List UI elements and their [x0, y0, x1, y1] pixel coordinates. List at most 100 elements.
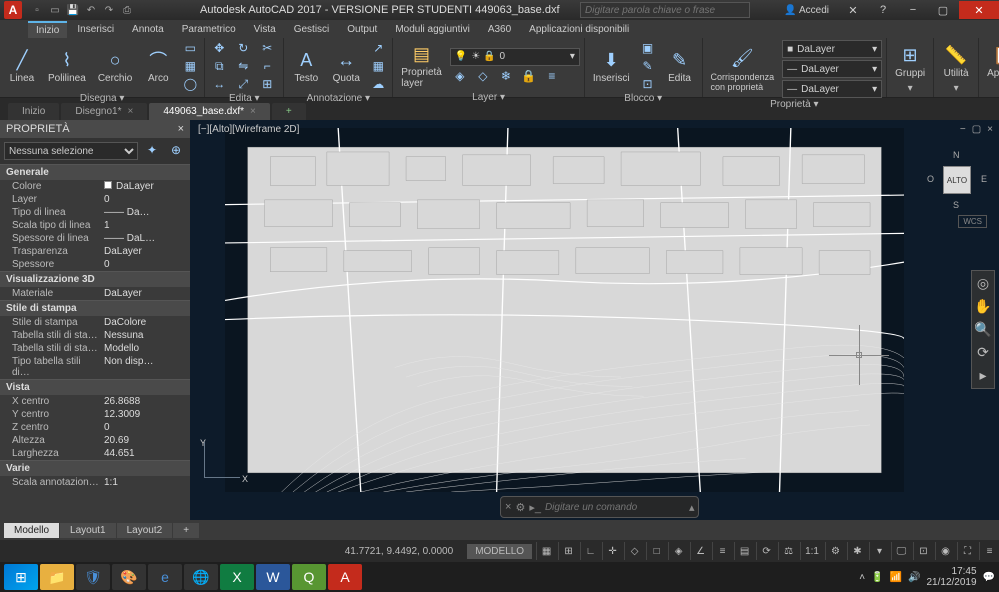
props-row[interactable]: X centro26.8688 — [0, 395, 190, 408]
tab-parametrico[interactable]: Parametrico — [174, 22, 244, 37]
viewcube-face[interactable]: ALTO — [943, 166, 971, 194]
selection-dropdown[interactable]: Nessuna selezione — [4, 142, 138, 160]
props-row[interactable]: Spessore di linea—— DaL… — [0, 232, 190, 245]
customize-icon[interactable]: ≡ — [979, 542, 999, 560]
system-tray[interactable]: ˄ 🔋 📶 🔊 17:45 21/12/2019 💬 — [859, 566, 995, 588]
clock[interactable]: 17:45 21/12/2019 — [926, 566, 976, 588]
gear-icon[interactable]: ⚙ — [825, 542, 845, 560]
file-tab-current[interactable]: 449063_base.dxf*× — [149, 103, 269, 120]
task-explorer[interactable]: 📁 — [40, 564, 74, 590]
showmotion-icon[interactable]: ▸ — [979, 367, 986, 384]
search-input[interactable] — [580, 2, 750, 18]
task-security[interactable]: 🛡 — [76, 564, 110, 590]
layout-tab-layout1[interactable]: Layout1 — [60, 523, 116, 538]
drawing-canvas[interactable] — [225, 128, 904, 492]
tab-apps[interactable]: Applicazioni disponibili — [521, 22, 637, 37]
ucs-icon[interactable]: Y X — [200, 440, 250, 490]
file-tab-inizio[interactable]: Inizio — [8, 103, 59, 120]
props-row[interactable]: MaterialeDaLayer — [0, 287, 190, 300]
layer-off-icon[interactable]: ◇ — [473, 68, 493, 84]
ortho-icon[interactable]: ∟ — [580, 542, 600, 560]
hardware-icon[interactable]: ⊡ — [913, 542, 933, 560]
clean-icon[interactable]: ⛶ — [957, 542, 977, 560]
annovis-icon[interactable]: ✱ — [847, 542, 867, 560]
pan-icon[interactable]: ✋ — [974, 298, 991, 315]
volume-icon[interactable]: 🔊 — [908, 572, 920, 583]
close-cmd-icon[interactable]: × — [505, 501, 511, 513]
layout-tab-modello[interactable]: Modello — [4, 523, 59, 538]
props-row[interactable]: Layer0 — [0, 193, 190, 206]
scale-label[interactable]: 1:1 — [800, 542, 823, 560]
linea-button[interactable]: ╱Linea — [4, 46, 40, 86]
layer-match-icon[interactable]: ≡ — [542, 68, 562, 84]
pick-add-icon[interactable]: ⊕ — [166, 142, 186, 158]
props-row[interactable]: ColoreDaLayer — [0, 180, 190, 193]
layer-freeze-icon[interactable]: ❄ — [496, 68, 516, 84]
copy-icon[interactable]: ⧉ — [209, 58, 229, 74]
new-icon[interactable]: ▫ — [30, 3, 44, 17]
props-row[interactable]: Tipo di linea—— Da… — [0, 206, 190, 219]
matchprop-button[interactable]: 🖌Corrispondenza con proprietà — [707, 45, 779, 94]
ltype-dropdown[interactable]: — DaLayer▾ — [782, 80, 882, 98]
lweight-dropdown[interactable]: — DaLayer▾ — [782, 60, 882, 78]
props-row[interactable]: Altezza20.69 — [0, 434, 190, 447]
props-row[interactable]: Spessore0 — [0, 258, 190, 271]
coordinates[interactable]: 41.7721, 9.4492, 0.0000 — [335, 546, 463, 557]
task-chrome[interactable]: 🌐 — [184, 564, 218, 590]
view-cube[interactable]: N S E O ALTO — [927, 150, 987, 210]
props-row[interactable]: Z centro0 — [0, 421, 190, 434]
props-category[interactable]: Visualizzazione 3D — [0, 271, 190, 287]
layout-tab-layout2[interactable]: Layout2 — [117, 523, 173, 538]
undo-icon[interactable]: ↶ — [84, 3, 98, 17]
tab-moduli[interactable]: Moduli aggiuntivi — [387, 22, 478, 37]
tab-inizio[interactable]: Inizio — [28, 21, 67, 38]
cerchio-button[interactable]: ○Cerchio — [94, 46, 136, 86]
arco-button[interactable]: ⌒Arco — [140, 46, 176, 86]
file-tab-disegno1[interactable]: Disegno1*× — [61, 103, 147, 120]
props-row[interactable]: Tipo tabella stili di…Non disp… — [0, 355, 190, 379]
annoscale-icon[interactable]: ⚖ — [778, 542, 798, 560]
props-row[interactable]: Larghezza44.651 — [0, 447, 190, 460]
minimize-view-icon[interactable]: − — [960, 124, 966, 135]
maximize-button[interactable]: ▢ — [929, 1, 957, 19]
signin-link[interactable]: 👤 Accedi — [784, 5, 829, 16]
drawing-area[interactable]: [−][Alto][Wireframe 2D] − ▢ × — [190, 120, 999, 520]
block-create-icon[interactable]: ▣ — [638, 40, 658, 56]
tab-inserisci[interactable]: Inserisci — [69, 22, 122, 37]
task-edge[interactable]: e — [148, 564, 182, 590]
props-category[interactable]: Vista — [0, 379, 190, 395]
ellipse-icon[interactable]: ◯ — [180, 76, 200, 92]
rotate-icon[interactable]: ↻ — [233, 40, 253, 56]
monitor-icon[interactable]: 🖵 — [891, 542, 911, 560]
customize-cmd-icon[interactable]: ⚙ — [515, 501, 525, 514]
notification-icon[interactable]: 💬 — [983, 572, 995, 583]
tab-output[interactable]: Output — [339, 22, 385, 37]
tray-up-icon[interactable]: ˄ — [859, 572, 865, 583]
tab-gestisci[interactable]: Gestisci — [286, 22, 338, 37]
close-panel-icon[interactable]: × — [178, 123, 184, 135]
maximize-view-icon[interactable]: ▢ — [972, 124, 981, 135]
isolate-icon[interactable]: ◉ — [935, 542, 955, 560]
close-view-icon[interactable]: × — [987, 124, 993, 135]
3d-osnap-icon[interactable]: ◈ — [668, 542, 688, 560]
task-excel[interactable]: X — [220, 564, 254, 590]
leader-icon[interactable]: ↗ — [368, 40, 388, 56]
task-paint[interactable]: 🎨 — [112, 564, 146, 590]
polar-icon[interactable]: ✛ — [602, 542, 622, 560]
minimize-button[interactable]: − — [899, 1, 927, 19]
mirror-icon[interactable]: ⇋ — [233, 58, 253, 74]
command-line[interactable]: × ⚙ ▸_ ▴ — [500, 496, 699, 518]
zoom-icon[interactable]: 🔍 — [974, 321, 991, 338]
model-button[interactable]: MODELLO — [467, 544, 532, 559]
block-attr-icon[interactable]: ⊡ — [638, 76, 658, 92]
task-qgis[interactable]: Q — [292, 564, 326, 590]
recent-cmd-icon[interactable]: ▴ — [689, 501, 695, 514]
tab-vista[interactable]: Vista — [246, 22, 284, 37]
props-row[interactable]: Tabella stili di sta…Modello — [0, 342, 190, 355]
props-row[interactable]: Scala tipo di linea1 — [0, 219, 190, 232]
color-dropdown[interactable]: ■ DaLayer▾ — [782, 40, 882, 58]
print-icon[interactable]: ⎙ — [120, 3, 134, 17]
task-word[interactable]: W — [256, 564, 290, 590]
props-row[interactable]: Scala annotazion…1:1 — [0, 476, 190, 489]
props-row[interactable]: Stile di stampaDaColore — [0, 316, 190, 329]
